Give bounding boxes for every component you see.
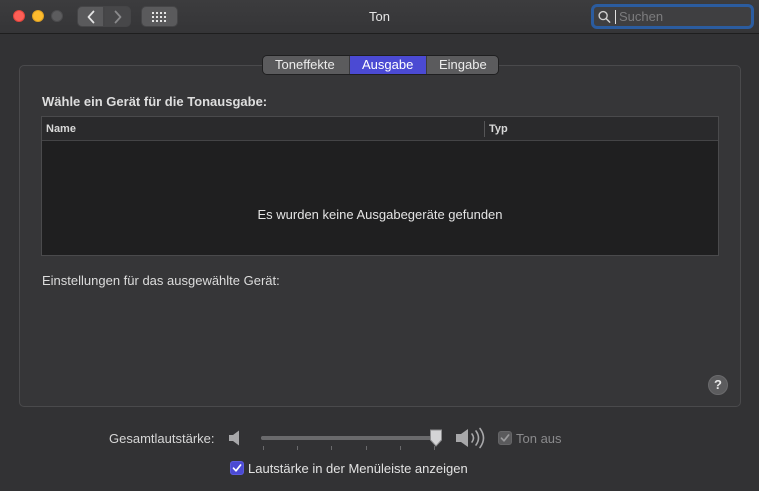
slider-tick xyxy=(366,446,367,450)
text-caret xyxy=(615,9,616,24)
device-table[interactable]: Name Typ Es wurden keine Ausgabegeräte g… xyxy=(41,116,719,256)
slider-tick xyxy=(297,446,298,450)
column-header-type[interactable]: Typ xyxy=(489,123,508,135)
preferences-window: Ton Toneffekte Ausgabe Eingabe Wähle ein… xyxy=(0,0,759,491)
column-divider xyxy=(484,121,485,137)
column-header-name[interactable]: Name xyxy=(46,123,76,135)
tab-bar: Toneffekte Ausgabe Eingabe xyxy=(262,55,499,75)
table-header: Name Typ xyxy=(42,117,718,141)
help-button[interactable]: ? xyxy=(708,375,728,395)
device-settings-label: Einstellungen für das ausgewählte Gerät: xyxy=(42,273,280,288)
volume-label: Gesamtlautstärke: xyxy=(109,431,215,446)
search-input[interactable] xyxy=(619,9,751,24)
titlebar: Ton xyxy=(0,0,759,34)
speaker-low-icon xyxy=(229,430,239,446)
empty-message: Es wurden keine Ausgabegeräte gefunden xyxy=(257,207,503,222)
tab-eingabe[interactable]: Eingabe xyxy=(427,56,498,74)
tab-ausgabe[interactable]: Ausgabe xyxy=(350,56,427,74)
mute-checkbox[interactable] xyxy=(498,431,512,445)
output-heading: Wähle ein Gerät für die Tonausgabe: xyxy=(42,94,268,109)
show-in-menubar-checkbox[interactable] xyxy=(230,461,244,475)
slider-tick xyxy=(400,446,401,450)
volume-slider-fill xyxy=(261,436,436,440)
mute-label: Ton aus xyxy=(516,431,562,446)
magnifier-icon xyxy=(598,10,611,23)
slider-tick xyxy=(331,446,332,450)
volume-slider-knob[interactable] xyxy=(429,429,443,447)
tab-toneffekte[interactable]: Toneffekte xyxy=(263,56,350,74)
search-field[interactable] xyxy=(591,4,754,29)
speaker-high-icon xyxy=(456,427,485,449)
checkmark-icon xyxy=(500,434,510,442)
volume-slider[interactable] xyxy=(261,436,441,440)
slider-tick xyxy=(263,446,264,450)
show-in-menubar-label: Lautstärke in der Menüleiste anzeigen xyxy=(248,461,468,476)
checkmark-icon xyxy=(232,464,242,472)
